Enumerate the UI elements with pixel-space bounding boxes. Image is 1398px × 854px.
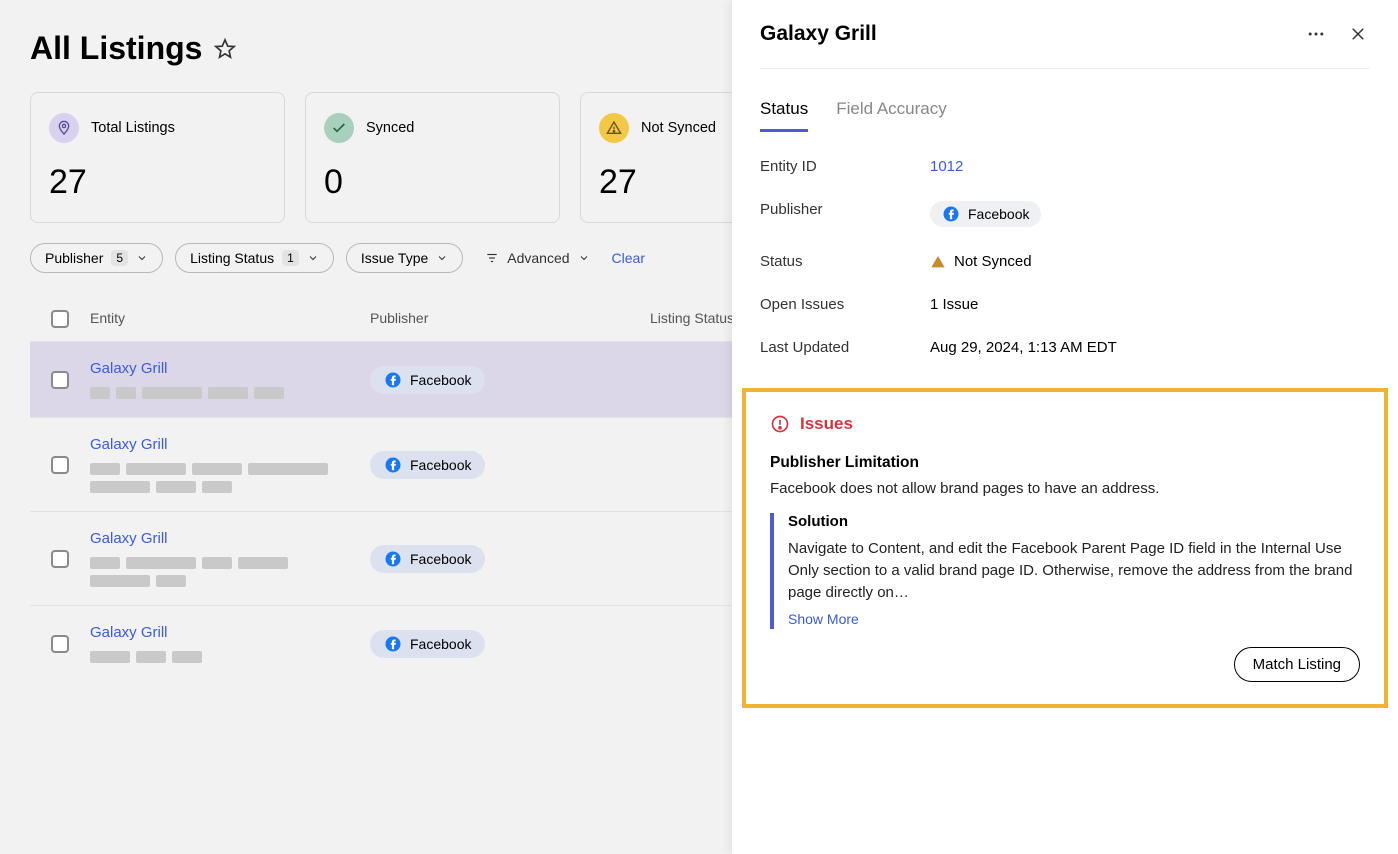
facebook-icon [942,205,960,223]
stat-card-synced: Synced 0 [305,92,560,223]
filter-label: Issue Type [361,250,428,266]
row-checkbox[interactable] [51,550,69,568]
stat-value: 0 [324,163,541,202]
alert-circle-icon [770,414,790,434]
entity-link[interactable]: Galaxy Grill [90,436,370,453]
advanced-label: Advanced [507,250,569,266]
publisher-pill: Facebook [370,630,485,658]
issues-section: Issues Publisher Limitation Facebook doe… [742,388,1388,708]
close-panel-button[interactable] [1346,22,1370,46]
warning-icon [606,120,622,136]
filter-issue-type[interactable]: Issue Type [346,243,463,273]
stat-label: Total Listings [91,120,175,136]
row-checkbox[interactable] [51,456,69,474]
issue-title: Publisher Limitation [770,454,1360,472]
star-icon [214,38,236,60]
filter-count: 1 [282,250,299,266]
field-label-last-updated: Last Updated [760,339,930,356]
warning-icon [930,254,946,270]
column-header-entity[interactable]: Entity [90,310,370,328]
facebook-icon [384,550,402,568]
panel-title: Galaxy Grill [760,22,877,46]
tab-field-accuracy[interactable]: Field Accuracy [836,99,947,132]
open-issues-value: 1 Issue [930,296,1370,313]
field-label-entity-id: Entity ID [760,158,930,175]
field-label-status: Status [760,253,930,270]
page-title: All Listings [30,30,202,67]
entity-link[interactable]: Galaxy Grill [90,360,370,377]
facebook-icon [384,371,402,389]
filter-icon [485,251,499,265]
stat-label: Synced [366,120,414,136]
row-checkbox[interactable] [51,635,69,653]
show-more-button[interactable]: Show More [788,611,859,627]
issue-description: Facebook does not allow brand pages to h… [770,480,1360,497]
facebook-icon [384,635,402,653]
entity-link[interactable]: Galaxy Grill [90,530,370,547]
solution-label: Solution [788,513,1360,530]
solution-text: Navigate to Content, and edit the Facebo… [788,538,1360,603]
favorite-star-button[interactable] [212,36,238,62]
entity-id-link[interactable]: 1012 [930,158,963,175]
clear-filters-button[interactable]: Clear [612,250,645,266]
publisher-value: Facebook [968,206,1029,222]
chevron-down-icon [436,252,448,264]
publisher-label: Facebook [410,457,471,473]
publisher-label: Facebook [410,551,471,567]
filter-listing-status[interactable]: Listing Status 1 [175,243,334,273]
field-label-open-issues: Open Issues [760,296,930,313]
publisher-chip: Facebook [930,201,1041,227]
select-all-checkbox[interactable] [51,310,69,328]
filter-label: Listing Status [190,250,274,266]
entity-link[interactable]: Galaxy Grill [90,624,370,641]
stat-label: Not Synced [641,120,716,136]
status-value: Not Synced [954,253,1032,270]
field-label-publisher: Publisher [760,201,930,227]
filter-label: Publisher [45,250,103,266]
publisher-label: Facebook [410,636,471,652]
match-listing-button[interactable]: Match Listing [1234,647,1360,682]
stat-card-total: Total Listings 27 [30,92,285,223]
publisher-pill: Facebook [370,366,485,394]
stat-value: 27 [49,163,266,202]
chevron-down-icon [136,252,148,264]
close-icon [1349,25,1367,43]
more-actions-button[interactable] [1304,22,1328,46]
tab-status[interactable]: Status [760,99,808,132]
publisher-label: Facebook [410,372,471,388]
facebook-icon [384,456,402,474]
filter-publisher[interactable]: Publisher 5 [30,243,163,273]
publisher-pill: Facebook [370,451,485,479]
column-header-publisher[interactable]: Publisher [370,310,650,328]
last-updated-value: Aug 29, 2024, 1:13 AM EDT [930,339,1370,356]
chevron-down-icon [578,252,590,264]
check-icon [331,120,347,136]
issues-heading: Issues [800,414,853,434]
detail-panel: Galaxy Grill Status Field Accuracy Entit… [732,0,1398,854]
more-horizontal-icon [1306,24,1326,44]
filter-advanced[interactable]: Advanced [475,244,599,272]
pin-icon [56,120,72,136]
row-checkbox[interactable] [51,371,69,389]
publisher-pill: Facebook [370,545,485,573]
filter-count: 5 [111,250,128,266]
chevron-down-icon [307,252,319,264]
